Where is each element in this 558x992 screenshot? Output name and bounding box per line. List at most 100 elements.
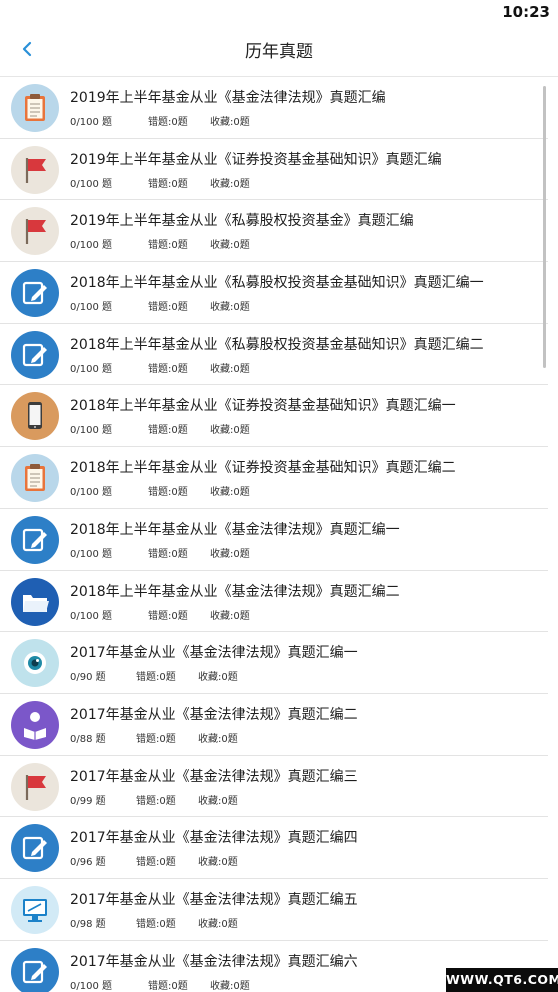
eye-icon xyxy=(10,638,60,688)
item-title: 2018年上半年基金从业《基金法律法规》真题汇编二 xyxy=(70,583,400,600)
exam-list[interactable]: 2019年上半年基金从业《基金法律法规》真题汇编 0/100 题错题:0题 收藏:0… xyxy=(0,77,548,992)
phone-icon xyxy=(10,391,60,441)
list-item[interactable]: 2019年上半年基金从业《基金法律法规》真题汇编 0/100 题 错题:0题 收藏:0… xyxy=(0,77,548,139)
item-progress: 0/100 题 xyxy=(70,487,112,499)
list-item[interactable]: 2018年上半年基金从业《证券投资基金基础知识》真题汇编二 0/100 题 错题:0… xyxy=(0,447,548,509)
clipboard-icon xyxy=(10,83,60,133)
item-meta: 0/100 题 错题:0题 收藏:0题 xyxy=(70,175,250,190)
page-title: 历年真题 xyxy=(245,42,313,62)
item-wrong-count: 错题:0题 xyxy=(148,240,188,252)
edit-icon xyxy=(10,947,60,992)
item-wrong-count: 错题:0题 xyxy=(136,918,176,930)
item-meta: 0/100 题 错题:0题 收藏:0题 xyxy=(70,298,250,313)
item-wrong-count: 错题:0题 xyxy=(148,302,188,314)
scrollbar[interactable] xyxy=(543,86,546,368)
item-wrong-count: 错题:0题 xyxy=(148,487,188,499)
item-wrong-count: 错题:0题 xyxy=(148,117,188,128)
list-item[interactable]: 2018年上半年基金从业《证券投资基金基础知识》真题汇编一 0/100 题 错题:0… xyxy=(0,385,548,448)
item-progress: 0/99 题 xyxy=(70,795,106,807)
item-meta: 0/88 题 错题:0题 收藏:0题 xyxy=(70,730,238,745)
edit-icon xyxy=(10,823,60,873)
item-favorite-count: 收藏:0题 xyxy=(198,672,238,684)
item-progress: 0/96 题 xyxy=(70,857,106,869)
status-time: 10:23 xyxy=(502,3,550,21)
item-progress: 0/100 题 xyxy=(70,178,112,190)
item-title: 2017年基金从业《基金法律法规》真题汇编三 xyxy=(70,768,358,785)
list-item[interactable]: 2017年基金从业《基金法律法规》真题汇编二 0/88 题 错题:0题 收藏:0题 xyxy=(0,694,548,756)
item-meta: 0/90 题 错题:0题 收藏:0题 xyxy=(70,668,238,683)
list-item[interactable]: 2018年上半年基金从业《私募股权投资基金基础知识》真题汇编一 0/100 题 错题… xyxy=(0,262,548,324)
item-progress: 0/100 题 xyxy=(70,425,112,437)
item-wrong-count: 错题:0题 xyxy=(136,672,176,684)
item-favorite-count: 收藏:0题 xyxy=(210,240,250,252)
item-favorite-count: 收藏:0题 xyxy=(210,980,250,992)
item-favorite-count: 收藏:0题 xyxy=(210,425,250,437)
clipboard-icon xyxy=(10,453,60,503)
flag-icon xyxy=(10,206,60,256)
list-item[interactable]: 2019年上半年基金从业《证券投资基金基础知识》真题汇编 0/100 题 错题:0题… xyxy=(0,139,548,201)
item-meta: 0/100 题 错题:0题 收藏:0题 xyxy=(70,113,250,128)
status-bar: 10:23 xyxy=(0,0,558,24)
item-favorite-count: 收藏:0题 xyxy=(210,363,250,375)
list-item[interactable]: 2018年上半年基金从业《基金法律法规》真题汇编一 0/100 题 错题:0题 收藏:… xyxy=(0,509,548,571)
flag-icon xyxy=(10,145,60,195)
item-favorite-count: 收藏:0题 xyxy=(210,610,250,622)
item-title: 2018年上半年基金从业《证券投资基金基础知识》真题汇编一 xyxy=(70,398,456,415)
item-favorite-count: 收藏:0题 xyxy=(198,733,238,745)
item-title: 2017年基金从业《基金法律法规》真题汇编二 xyxy=(70,706,358,723)
item-meta: 0/98 题 错题:0题 收藏:0题 xyxy=(70,915,238,930)
item-meta: 0/100 题 错题:0题 收藏:0题 xyxy=(70,607,250,622)
reader-icon xyxy=(10,700,60,750)
item-wrong-count: 错题:0题 xyxy=(136,857,176,869)
item-title: 2017年基金从业《基金法律法规》真题汇编六 xyxy=(70,953,358,970)
item-title: 2018年上半年基金从业《基金法律法规》真题汇编一 xyxy=(70,521,400,538)
item-wrong-count: 错题:0题 xyxy=(148,425,188,437)
item-progress: 0/90 题 xyxy=(70,672,106,684)
item-meta: 0/100 题 错题:0题 收藏:0题 xyxy=(70,421,250,436)
list-item[interactable]: 2017年基金从业《基金法律法规》真题汇编一 0/90 题 错题:0题 收藏:0题 xyxy=(0,632,548,694)
item-title: 2019年上半年基金从业《证券投资基金基础知识》真题汇编 xyxy=(70,151,442,168)
item-wrong-count: 错题:0题 xyxy=(136,733,176,745)
edit-icon xyxy=(10,330,60,380)
item-meta: 0/99 题 错题:0题 收藏:0题 xyxy=(70,792,238,807)
item-progress: 0/100 题 xyxy=(70,610,112,622)
item-progress: 0/100 题 xyxy=(70,302,112,314)
watermark: WWW.QT6.COM xyxy=(446,968,558,992)
list-item[interactable]: 2019年上半年基金从业《私募股权投资基金》真题汇编 0/100 题 错题:0题 收藏… xyxy=(0,200,548,263)
item-meta: 0/100 题 错题:0题 收藏:0题 xyxy=(70,236,250,251)
monitor-icon xyxy=(10,885,60,935)
item-favorite-count: 收藏:0题 xyxy=(210,302,250,314)
list-item[interactable]: 2018年上半年基金从业《基金法律法规》真题汇编二 0/100 题 错题:0题 收藏:… xyxy=(0,571,548,633)
item-meta: 0/100 题 错题:0题 收藏:0题 xyxy=(70,360,250,375)
item-title: 2018年上半年基金从业《私募股权投资基金基础知识》真题汇编二 xyxy=(70,336,484,353)
item-title: 2017年基金从业《基金法律法规》真题汇编四 xyxy=(70,830,358,847)
item-meta: 0/100 题 错题:0题 收藏:0题 xyxy=(70,545,250,560)
flag-icon xyxy=(10,762,60,812)
list-item[interactable]: 2017年基金从业《基金法律法规》真题汇编四 0/96 题 错题:0题 收藏:0题 xyxy=(0,817,548,879)
item-meta: 0/100 题 错题:0题 收藏:0题 xyxy=(70,977,250,992)
list-item[interactable]: 2018年上半年基金从业《私募股权投资基金基础知识》真题汇编二 0/100 题 错题… xyxy=(0,324,548,386)
item-title: 2017年基金从业《基金法律法规》真题汇编五 xyxy=(70,891,358,908)
item-wrong-count: 错题:0题 xyxy=(148,610,188,622)
item-title: 2018年上半年基金从业《私募股权投资基金基础知识》真题汇编一 xyxy=(70,275,484,292)
item-favorite-count: 收藏:0题 xyxy=(198,795,238,807)
item-progress: 0/98 题 xyxy=(70,918,106,930)
item-wrong-count: 错题:0题 xyxy=(148,178,188,190)
item-progress: 0/100 题 xyxy=(70,240,112,252)
item-favorite-count: 收藏:0题 xyxy=(210,117,250,128)
edit-icon xyxy=(10,515,60,565)
item-title: 2019年上半年基金从业《私募股权投资基金》真题汇编 xyxy=(70,213,414,230)
item-progress: 0/100 题 xyxy=(70,548,112,560)
item-favorite-count: 收藏:0题 xyxy=(198,918,238,930)
list-item[interactable]: 2017年基金从业《基金法律法规》真题汇编三 0/99 题 错题:0题 收藏:0题 xyxy=(0,756,548,818)
item-title: 2018年上半年基金从业《证券投资基金基础知识》真题汇编二 xyxy=(70,460,456,477)
item-title: 2017年基金从业《基金法律法规》真题汇编一 xyxy=(70,645,358,662)
item-progress: 0/100 题 xyxy=(70,980,112,992)
item-meta: 0/96 题 错题:0题 收藏:0题 xyxy=(70,853,238,868)
item-favorite-count: 收藏:0题 xyxy=(198,857,238,869)
item-wrong-count: 错题:0题 xyxy=(148,980,188,992)
item-wrong-count: 错题:0题 xyxy=(148,548,188,560)
item-title: 2019年上半年基金从业《基金法律法规》真题汇编 xyxy=(70,90,386,106)
app-header: 历年真题 xyxy=(0,24,558,77)
list-item[interactable]: 2017年基金从业《基金法律法规》真题汇编五 0/98 题 错题:0题 收藏:0题 xyxy=(0,879,548,941)
